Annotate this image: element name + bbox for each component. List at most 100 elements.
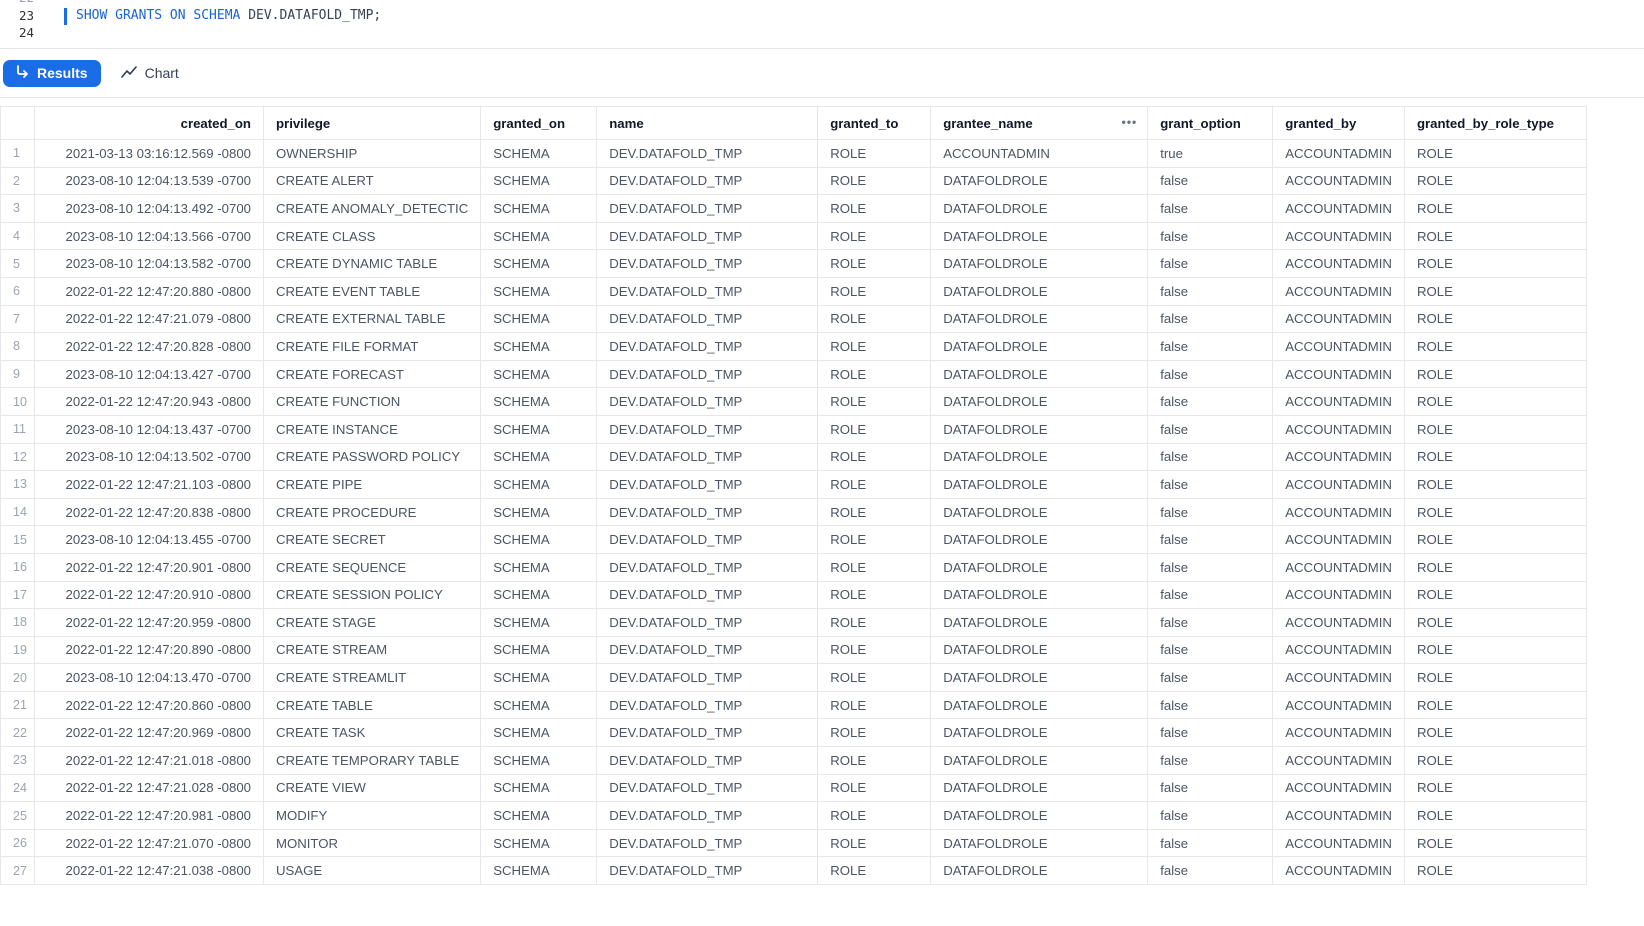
- cell-granted-by[interactable]: ACCOUNTADMIN: [1272, 552, 1405, 582]
- cell-granted-by[interactable]: ACCOUNTADMIN: [1272, 718, 1405, 748]
- cell-granted-to[interactable]: ROLE: [817, 359, 932, 389]
- cell-granted-by-role-type[interactable]: ROLE: [1403, 332, 1587, 361]
- cell-privilege[interactable]: CREATE SECRET: [262, 525, 482, 554]
- column-header-name[interactable]: name: [596, 106, 819, 140]
- cell-created-on[interactable]: 2022-01-22 12:47:20.981 -0800: [34, 801, 264, 830]
- table-row[interactable]: 12 2023-08-10 12:04:13.502 -0700 CREATE PA…: [0, 442, 1587, 472]
- cell-grantee-name[interactable]: DATAFOLDROLE: [930, 166, 1149, 196]
- cell-granted-by[interactable]: ACCOUNTADMIN: [1272, 801, 1405, 830]
- cell-name[interactable]: DEV.DATAFOLD_TMP: [596, 249, 819, 278]
- cell-name[interactable]: DEV.DATAFOLD_TMP: [596, 139, 819, 168]
- cell-created-on[interactable]: 2022-01-22 12:47:20.828 -0800: [34, 332, 264, 361]
- cell-granted-to[interactable]: ROLE: [817, 387, 932, 416]
- cell-name[interactable]: DEV.DATAFOLD_TMP: [596, 359, 819, 389]
- cell-grantee-name[interactable]: DATAFOLDROLE: [930, 746, 1149, 775]
- cell-granted-on[interactable]: SCHEMA: [480, 497, 598, 527]
- column-header-grant-option[interactable]: grant_option: [1147, 106, 1274, 140]
- table-row[interactable]: 10 2022-01-22 12:47:20.943 -0800 CREATE FU…: [0, 387, 1587, 416]
- cell-created-on[interactable]: 2022-01-22 12:47:21.038 -0800: [34, 856, 264, 886]
- cell-name[interactable]: DEV.DATAFOLD_TMP: [596, 746, 819, 775]
- cell-name[interactable]: DEV.DATAFOLD_TMP: [596, 828, 819, 858]
- cell-granted-on[interactable]: SCHEMA: [480, 387, 598, 416]
- cell-created-on[interactable]: 2022-01-22 12:47:20.890 -0800: [34, 635, 264, 665]
- cell-name[interactable]: DEV.DATAFOLD_TMP: [596, 690, 819, 720]
- cell-granted-by[interactable]: ACCOUNTADMIN: [1272, 304, 1405, 334]
- cell-grant-option[interactable]: false: [1147, 552, 1274, 582]
- cell-granted-by-role-type[interactable]: ROLE: [1403, 552, 1587, 582]
- cell-privilege[interactable]: CREATE INSTANCE: [262, 414, 482, 444]
- row-number[interactable]: 27: [0, 856, 35, 886]
- cell-granted-by-role-type[interactable]: ROLE: [1403, 194, 1587, 223]
- cell-granted-by[interactable]: ACCOUNTADMIN: [1272, 608, 1405, 637]
- cell-granted-to[interactable]: ROLE: [817, 773, 932, 803]
- cell-granted-by[interactable]: ACCOUNTADMIN: [1272, 828, 1405, 858]
- table-row[interactable]: 6 2022-01-22 12:47:20.880 -0800 CREATE EVE…: [0, 276, 1587, 306]
- cell-granted-on[interactable]: SCHEMA: [480, 304, 598, 334]
- cell-grant-option[interactable]: false: [1147, 221, 1274, 251]
- cell-granted-to[interactable]: ROLE: [817, 525, 932, 554]
- cell-granted-on[interactable]: SCHEMA: [480, 359, 598, 389]
- cell-name[interactable]: DEV.DATAFOLD_TMP: [596, 580, 819, 610]
- results-grid[interactable]: created_on privilege granted_on name gra…: [0, 106, 1644, 886]
- cell-granted-by-role-type[interactable]: ROLE: [1403, 442, 1587, 472]
- cell-privilege[interactable]: CREATE STREAM: [262, 635, 482, 665]
- cell-granted-by[interactable]: ACCOUNTADMIN: [1272, 663, 1405, 692]
- cell-privilege[interactable]: CREATE FORECAST: [262, 359, 482, 389]
- row-number[interactable]: 16: [0, 552, 35, 582]
- cell-name[interactable]: DEV.DATAFOLD_TMP: [596, 801, 819, 830]
- row-number[interactable]: 3: [0, 194, 35, 223]
- cell-privilege[interactable]: CREATE FUNCTION: [262, 387, 482, 416]
- column-header-granted-by-role-type[interactable]: granted_by_role_type: [1403, 106, 1587, 140]
- column-header-granted-on[interactable]: granted_on: [480, 106, 598, 140]
- tab-chart[interactable]: Chart: [120, 65, 179, 82]
- cell-granted-by[interactable]: ACCOUNTADMIN: [1272, 773, 1405, 803]
- cell-granted-by-role-type[interactable]: ROLE: [1403, 276, 1587, 306]
- cell-granted-to[interactable]: ROLE: [817, 276, 932, 306]
- column-header-granted-to[interactable]: granted_to: [817, 106, 932, 140]
- cell-created-on[interactable]: 2023-08-10 12:04:13.502 -0700: [34, 442, 264, 472]
- column-header-privilege[interactable]: privilege: [262, 106, 482, 140]
- cell-granted-to[interactable]: ROLE: [817, 470, 932, 499]
- cell-grantee-name[interactable]: DATAFOLDROLE: [930, 276, 1149, 306]
- cell-grantee-name[interactable]: DATAFOLDROLE: [930, 856, 1149, 886]
- cell-grant-option[interactable]: false: [1147, 276, 1274, 306]
- cell-granted-to[interactable]: ROLE: [817, 442, 932, 472]
- cell-name[interactable]: DEV.DATAFOLD_TMP: [596, 332, 819, 361]
- cell-granted-by-role-type[interactable]: ROLE: [1403, 525, 1587, 554]
- cell-created-on[interactable]: 2023-08-10 12:04:13.427 -0700: [34, 359, 264, 389]
- cell-granted-on[interactable]: SCHEMA: [480, 856, 598, 886]
- cell-granted-by-role-type[interactable]: ROLE: [1403, 608, 1587, 637]
- row-number[interactable]: 1: [0, 139, 35, 168]
- tab-results[interactable]: Results: [3, 59, 101, 87]
- cell-granted-to[interactable]: ROLE: [817, 304, 932, 334]
- cell-privilege[interactable]: CREATE PIPE: [262, 470, 482, 499]
- cell-granted-by[interactable]: ACCOUNTADMIN: [1272, 470, 1405, 499]
- cell-granted-by-role-type[interactable]: ROLE: [1403, 414, 1587, 444]
- cell-granted-by[interactable]: ACCOUNTADMIN: [1272, 442, 1405, 472]
- table-row[interactable]: 8 2022-01-22 12:47:20.828 -0800 CREATE FIL…: [0, 332, 1587, 361]
- cell-name[interactable]: DEV.DATAFOLD_TMP: [596, 194, 819, 223]
- cell-created-on[interactable]: 2022-01-22 12:47:21.079 -0800: [34, 304, 264, 334]
- cell-granted-by[interactable]: ACCOUNTADMIN: [1272, 359, 1405, 389]
- cell-created-on[interactable]: 2022-01-22 12:47:21.103 -0800: [34, 470, 264, 499]
- cell-granted-by-role-type[interactable]: ROLE: [1403, 359, 1587, 389]
- cell-grantee-name[interactable]: DATAFOLDROLE: [930, 635, 1149, 665]
- row-number[interactable]: 24: [0, 773, 35, 803]
- cell-grant-option[interactable]: false: [1147, 387, 1274, 416]
- row-number[interactable]: 7: [0, 304, 35, 334]
- row-number[interactable]: 11: [0, 414, 35, 444]
- cell-grant-option[interactable]: false: [1147, 166, 1274, 196]
- cell-grantee-name[interactable]: DATAFOLDROLE: [930, 828, 1149, 858]
- cell-grant-option[interactable]: false: [1147, 525, 1274, 554]
- cell-grant-option[interactable]: false: [1147, 332, 1274, 361]
- cell-granted-to[interactable]: ROLE: [817, 580, 932, 610]
- table-row[interactable]: 3 2023-08-10 12:04:13.492 -0700 CREATE ANO…: [0, 194, 1587, 223]
- cell-grantee-name[interactable]: DATAFOLDROLE: [930, 387, 1149, 416]
- cell-granted-on[interactable]: SCHEMA: [480, 773, 598, 803]
- table-row[interactable]: 7 2022-01-22 12:47:21.079 -0800 CREATE EXT…: [0, 304, 1587, 334]
- cell-name[interactable]: DEV.DATAFOLD_TMP: [596, 166, 819, 196]
- cell-grant-option[interactable]: false: [1147, 773, 1274, 803]
- cell-name[interactable]: DEV.DATAFOLD_TMP: [596, 414, 819, 444]
- cell-granted-by[interactable]: ACCOUNTADMIN: [1272, 221, 1405, 251]
- cell-created-on[interactable]: 2022-01-22 12:47:21.070 -0800: [34, 828, 264, 858]
